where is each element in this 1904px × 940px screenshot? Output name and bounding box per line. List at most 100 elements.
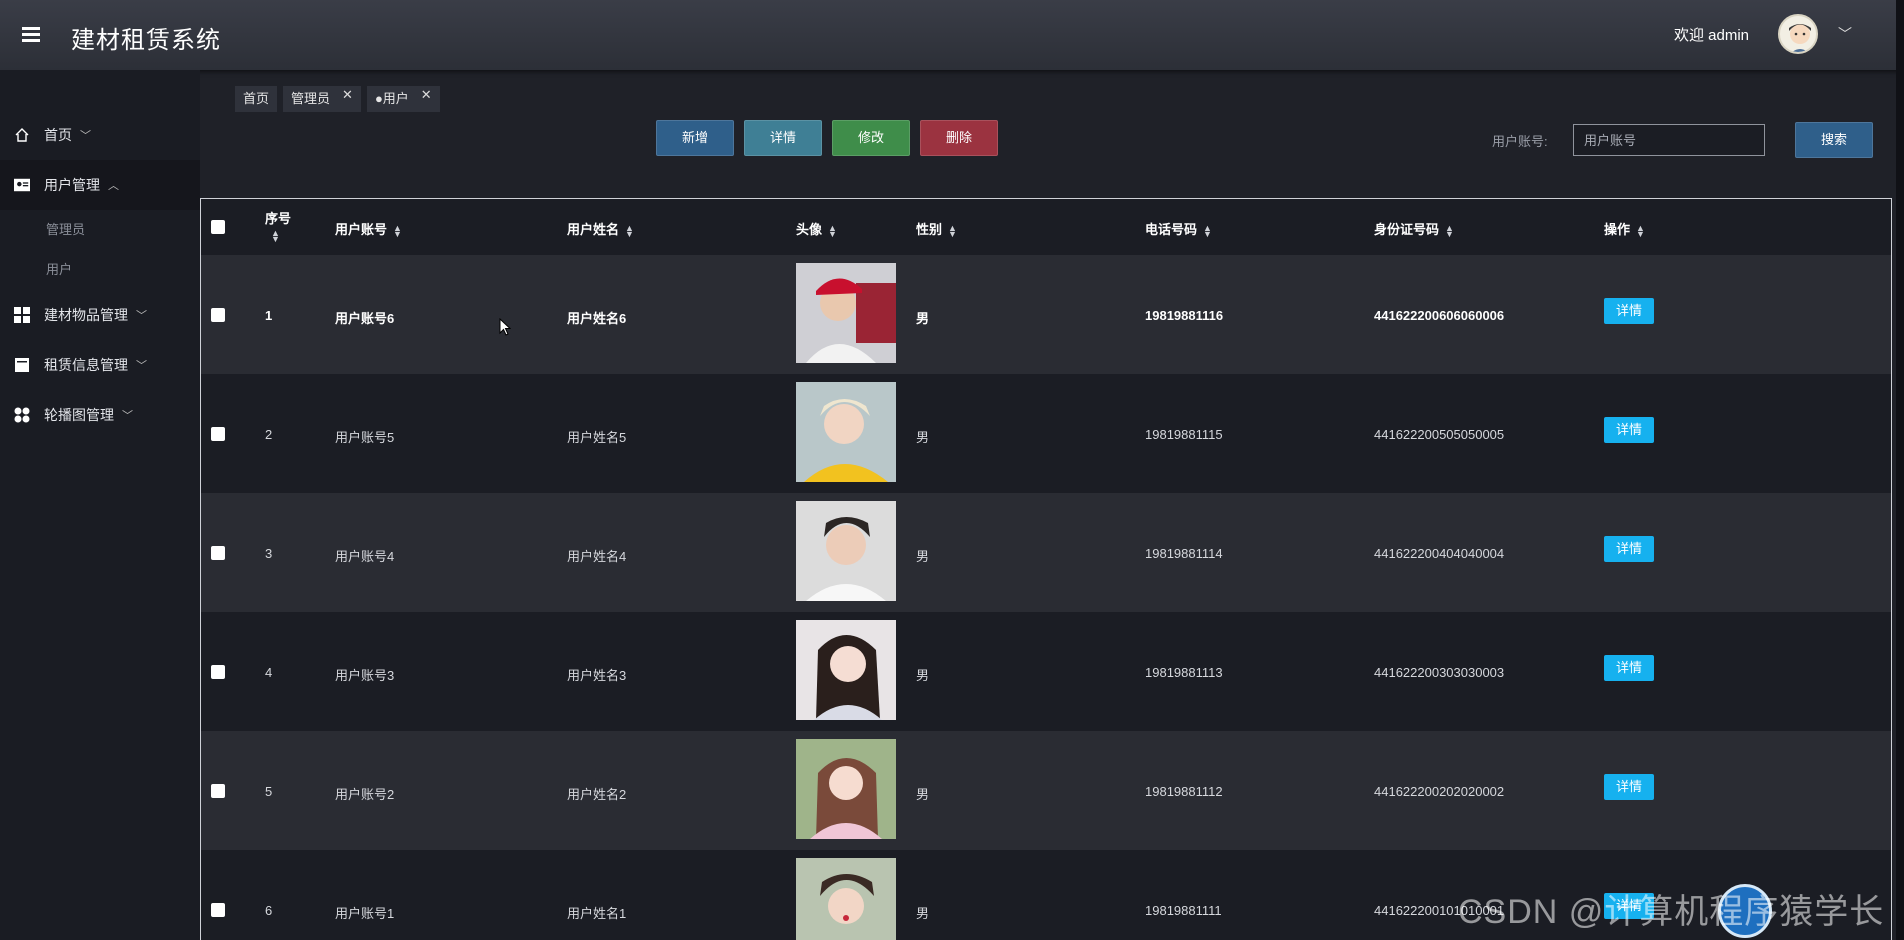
header-label: 头像 bbox=[796, 222, 823, 237]
detail-button[interactable]: 详情 bbox=[744, 120, 822, 156]
tag-label: ●用户 bbox=[374, 91, 409, 106]
top-header: 建材租赁系统 欢迎 admin ﹀ bbox=[0, 0, 1904, 70]
home-icon bbox=[14, 127, 30, 143]
row-no: 1 bbox=[265, 308, 273, 323]
user-avatar[interactable] bbox=[1778, 14, 1818, 54]
row-checkbox[interactable] bbox=[211, 308, 225, 322]
sidebar-item-label: 首页 bbox=[44, 127, 72, 143]
sidebar-item-label: 用户管理 bbox=[44, 177, 100, 193]
sort-icon: ▲ ▼ bbox=[1203, 222, 1212, 239]
row-name: 用户姓名3 bbox=[567, 668, 627, 683]
tag-user[interactable]: ●用户 ✕ bbox=[366, 86, 440, 112]
row-gender: 男 bbox=[916, 430, 930, 445]
delete-button[interactable]: 删除 bbox=[920, 120, 998, 156]
chevron-up-icon: ︿ bbox=[108, 180, 119, 192]
header-label: 电话号码 bbox=[1145, 222, 1198, 237]
row-detail-button[interactable]: 详情 bbox=[1604, 298, 1654, 324]
tag-home[interactable]: 首页 bbox=[235, 86, 278, 112]
header-label: 性别 bbox=[916, 222, 943, 237]
header-id-card[interactable]: 身份证号码 ▲ ▼ bbox=[1374, 219, 1454, 238]
row-checkbox[interactable] bbox=[211, 546, 225, 560]
tag-label: 首页 bbox=[243, 91, 270, 106]
sort-icon: ▲ ▼ bbox=[828, 222, 837, 239]
avatar-photo bbox=[796, 739, 896, 839]
header-avatar[interactable]: 头像 ▲ ▼ bbox=[796, 219, 837, 238]
row-phone: 19819881112 bbox=[1145, 784, 1223, 799]
avatar-photo bbox=[796, 501, 896, 601]
row-id-card: 441622200404040004 bbox=[1374, 546, 1505, 561]
mouse-cursor-icon bbox=[499, 318, 511, 336]
row-id-card: 441622200505050005 bbox=[1374, 427, 1505, 442]
menu-toggle-icon[interactable] bbox=[22, 27, 40, 42]
row-name: 用户姓名1 bbox=[567, 906, 627, 921]
table-header: 序号 ▲ ▼ 用户账号 ▲ ▼ 用户姓名 ▲ ▼ 头像 ▲ ▼ 性别 ▲ ▼ 电话号码 ▲ ▼ 身份证… bbox=[201, 199, 1891, 255]
header-account[interactable]: 用户账号 ▲ ▼ bbox=[335, 219, 402, 238]
table-row[interactable]: 5 用户账号2 用户姓名2 男 19819881112 441622200202… bbox=[201, 731, 1891, 850]
row-account: 用户账号3 bbox=[335, 668, 395, 683]
table-row[interactable]: 3 用户账号4 用户姓名4 男 19819881114 441622200404… bbox=[201, 493, 1891, 612]
sidebar-item-label: 轮播图管理 bbox=[44, 407, 114, 423]
sidebar-subitem-admin[interactable]: 管理员 bbox=[0, 210, 200, 250]
header-actions[interactable]: 操作 ▲ ▼ bbox=[1604, 219, 1645, 238]
apps-icon bbox=[14, 407, 30, 423]
row-no: 6 bbox=[265, 903, 273, 918]
user-card-icon bbox=[14, 177, 30, 193]
row-checkbox[interactable] bbox=[211, 784, 225, 798]
row-checkbox[interactable] bbox=[211, 665, 225, 679]
sort-icon: ▲ ▼ bbox=[1636, 222, 1645, 239]
header-label: 身份证号码 bbox=[1374, 222, 1440, 237]
row-phone: 19819881111 bbox=[1145, 903, 1222, 918]
add-button[interactable]: 新增 bbox=[656, 120, 734, 156]
row-no: 3 bbox=[265, 546, 273, 561]
chevron-down-icon: ﹀ bbox=[136, 310, 147, 322]
sidebar-item-user-management[interactable]: 用户管理 ︿ bbox=[0, 160, 200, 210]
header-gender[interactable]: 性别 ▲ ▼ bbox=[916, 219, 957, 238]
tag-admin[interactable]: 管理员 ✕ bbox=[283, 86, 361, 112]
row-checkbox[interactable] bbox=[211, 427, 225, 441]
chevron-down-icon: ﹀ bbox=[80, 130, 91, 142]
row-phone: 19819881113 bbox=[1145, 665, 1223, 680]
row-gender: 男 bbox=[916, 787, 930, 802]
sidebar-subitem-user[interactable]: 用户 bbox=[0, 250, 200, 290]
edit-button[interactable]: 修改 bbox=[832, 120, 910, 156]
row-detail-button[interactable]: 详情 bbox=[1604, 417, 1654, 443]
search-button[interactable]: 搜索 bbox=[1795, 122, 1873, 158]
table-row[interactable]: 4 用户账号3 用户姓名3 男 19819881113 441622200303… bbox=[201, 612, 1891, 731]
sidebar-item-rentals[interactable]: 租赁信息管理 ﹀ bbox=[0, 340, 200, 390]
row-gender: 男 bbox=[916, 906, 930, 921]
row-no: 4 bbox=[265, 665, 273, 680]
row-account: 用户账号2 bbox=[335, 787, 395, 802]
sidebar-item-materials[interactable]: 建材物品管理 ﹀ bbox=[0, 290, 200, 340]
header-no[interactable]: 序号 ▲ ▼ bbox=[265, 208, 291, 243]
chevron-down-icon[interactable]: ﹀ bbox=[1838, 24, 1852, 44]
select-all-checkbox[interactable] bbox=[211, 220, 225, 234]
row-detail-button[interactable]: 详情 bbox=[1604, 655, 1654, 681]
row-id-card: 441622200202020002 bbox=[1374, 784, 1505, 799]
row-phone: 19819881116 bbox=[1145, 308, 1224, 323]
grid-icon bbox=[14, 307, 30, 323]
tag-label: 管理员 bbox=[291, 91, 331, 106]
row-checkbox[interactable] bbox=[211, 903, 225, 917]
avatar-photo bbox=[796, 382, 896, 482]
table-row[interactable]: 1 用户账号6 用户姓名6 男 19819881116 441622200606… bbox=[201, 255, 1891, 374]
row-detail-button[interactable]: 详情 bbox=[1604, 536, 1654, 562]
sidebar-item-carousel[interactable]: 轮播图管理 ﹀ bbox=[0, 390, 200, 440]
row-detail-button[interactable]: 详情 bbox=[1604, 774, 1654, 800]
avatar-photo bbox=[796, 263, 896, 363]
close-icon[interactable]: ✕ bbox=[342, 87, 353, 102]
table-row[interactable]: 2 用户账号5 用户姓名5 男 19819881115 441622200505… bbox=[201, 374, 1891, 493]
sort-icon: ▲ ▼ bbox=[625, 222, 634, 239]
row-gender: 男 bbox=[916, 668, 930, 683]
welcome-text: 欢迎 admin bbox=[1673, 27, 1749, 44]
row-gender: 男 bbox=[916, 311, 930, 326]
close-icon[interactable]: ✕ bbox=[421, 87, 432, 102]
chevron-down-icon: ﹀ bbox=[122, 410, 133, 422]
row-gender: 男 bbox=[916, 549, 930, 564]
row-account: 用户账号5 bbox=[335, 430, 395, 445]
scrollbar[interactable] bbox=[1896, 0, 1904, 940]
sidebar-item-home[interactable]: 首页 ﹀ bbox=[0, 110, 200, 160]
row-id-card: 441622200606060006 bbox=[1374, 308, 1505, 323]
header-phone[interactable]: 电话号码 ▲ ▼ bbox=[1145, 219, 1212, 238]
header-name[interactable]: 用户姓名 ▲ ▼ bbox=[567, 219, 634, 238]
search-input[interactable] bbox=[1573, 124, 1765, 156]
